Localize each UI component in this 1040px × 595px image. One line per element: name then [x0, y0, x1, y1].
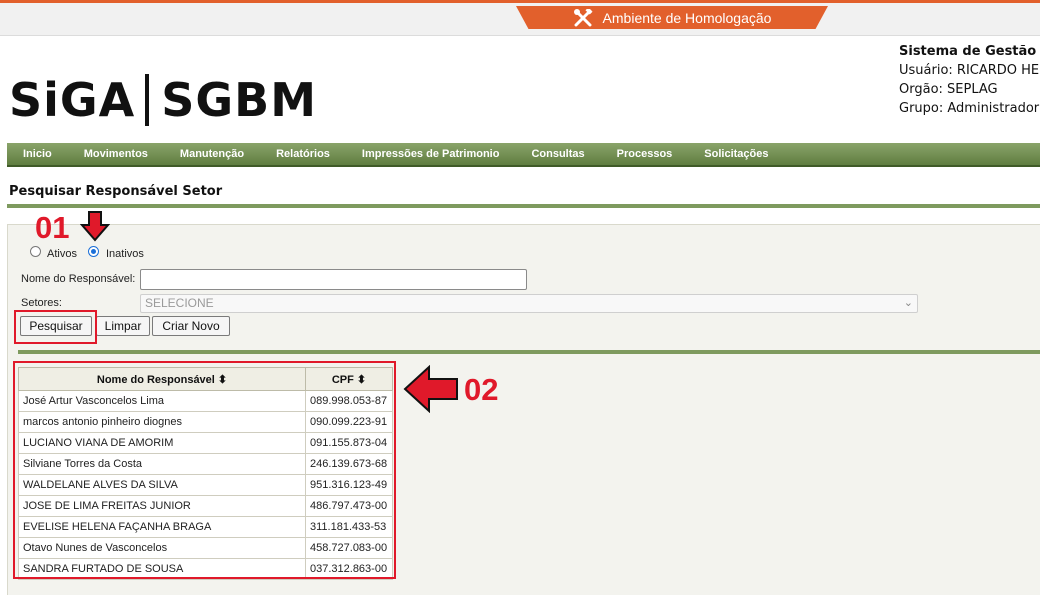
radio-inativos-label: Inativos [106, 248, 144, 260]
title-divider [7, 204, 1040, 208]
menu-item-processos[interactable]: Processos [617, 148, 673, 160]
name-input[interactable] [140, 269, 527, 290]
main-menu: Inicio Movimentos Manutenção Relatórios … [7, 143, 1040, 167]
menu-item-movimentos[interactable]: Movimentos [84, 148, 148, 160]
sector-select[interactable]: SELECIONE ⌄ [140, 294, 918, 313]
create-new-button[interactable]: Criar Novo [152, 316, 230, 336]
results-divider [18, 350, 1040, 354]
menu-item-relatorios[interactable]: Relatórios [276, 148, 330, 160]
radio-ativos[interactable] [30, 246, 41, 257]
org-info: Orgão: SEPLAG [899, 82, 998, 97]
environment-label: Ambiente de Homologação [602, 9, 772, 26]
clear-button[interactable]: Limpar [96, 316, 150, 336]
user-info: Usuário: RICARDO HEN [899, 63, 1040, 78]
menu-item-impressoes[interactable]: Impressões de Patrimonio [362, 148, 500, 160]
name-label: Nome do Responsável: [21, 273, 136, 285]
arrow-left-icon [403, 365, 458, 413]
top-bar: Ambiente de Homologação [0, 0, 1040, 36]
system-info: Sistema de Gestão de Usuário: RICARDO HE… [899, 42, 1040, 118]
annotation-box-results [13, 361, 396, 579]
radio-ativos-label: Ativos [47, 248, 77, 260]
environment-banner: Ambiente de Homologação [516, 6, 828, 29]
tools-icon [573, 8, 593, 27]
radio-inativos[interactable] [88, 246, 99, 257]
annotation-step-2: 02 [464, 372, 499, 407]
arrow-down-icon [80, 211, 110, 242]
page-title: Pesquisar Responsável Setor [9, 184, 223, 199]
sector-label: Setores: [21, 297, 62, 309]
group-info: Grupo: Administrador [899, 101, 1040, 116]
menu-item-solicitacoes[interactable]: Solicitações [704, 148, 768, 160]
annotation-step-1: 01 [35, 210, 70, 245]
menu-item-consultas[interactable]: Consultas [531, 148, 584, 160]
system-title: Sistema de Gestão de [899, 44, 1040, 59]
menu-item-inicio[interactable]: Inicio [23, 148, 52, 160]
menu-item-manutencao[interactable]: Manutenção [180, 148, 244, 160]
annotation-box-search [14, 310, 97, 344]
sector-select-value: SELECIONE [145, 296, 214, 310]
app-logo: SiGA SGBM [9, 73, 317, 127]
chevron-down-icon: ⌄ [903, 297, 913, 309]
